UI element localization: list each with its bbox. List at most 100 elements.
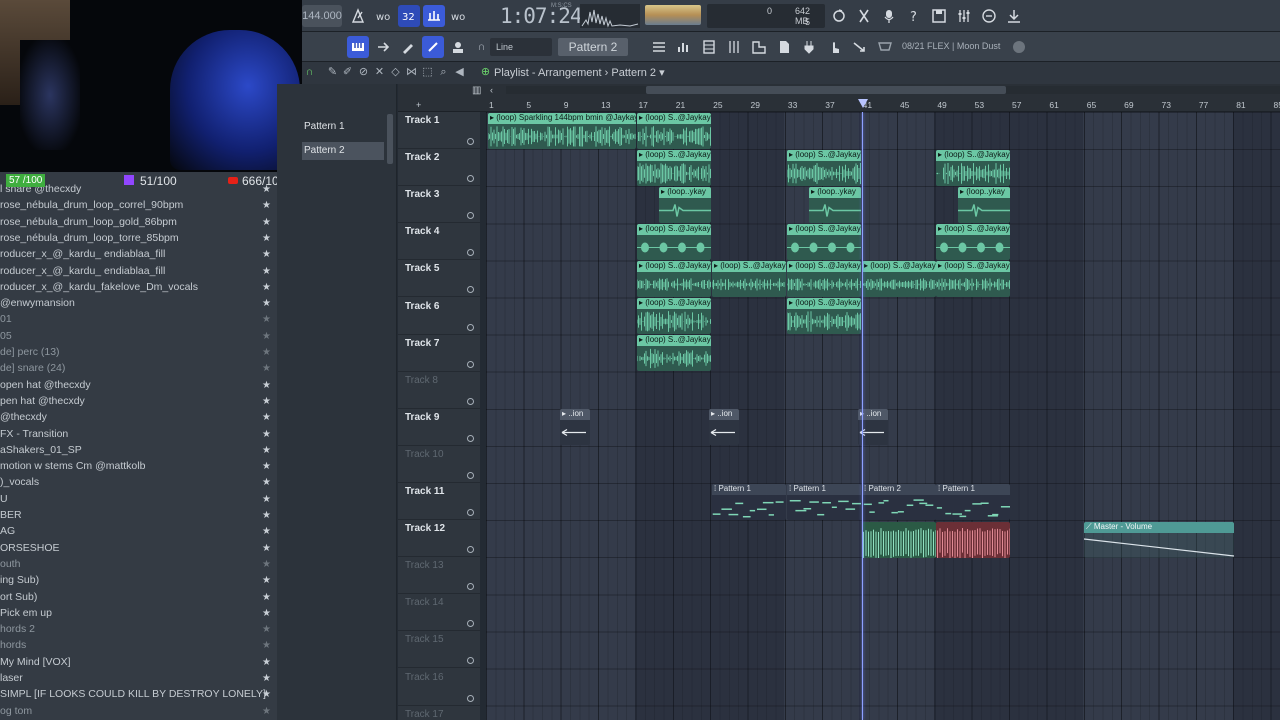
magnet-icon[interactable]: ∩ [475, 41, 488, 54]
star-icon[interactable]: ★ [262, 559, 271, 570]
link-icon[interactable] [422, 36, 444, 58]
track-record-toggle[interactable] [467, 212, 474, 220]
star-icon[interactable]: ★ [262, 298, 271, 309]
track-record-toggle[interactable] [467, 434, 474, 442]
audio-clip[interactable]: ▸ (loop) S..@Jaykay [787, 224, 861, 260]
drum-clip[interactable] [936, 522, 1010, 558]
undo-history-icon[interactable] [828, 5, 850, 27]
browser-item[interactable]: de] snare (24) ★ [0, 362, 277, 378]
browser-item[interactable]: roducer_x_@_kardu_ endiablaa_fill ★ [0, 248, 277, 264]
star-icon[interactable]: ★ [262, 477, 271, 488]
slice-icon[interactable]: ⋈ [405, 66, 418, 79]
track-header[interactable]: Track 16 [398, 669, 480, 706]
playlist-icon[interactable] [648, 36, 670, 58]
audio-clip[interactable]: ▸ (loop) S..@Jaykay [787, 261, 861, 297]
browser-item[interactable]: U ★ [0, 493, 277, 509]
tempo-display[interactable]: 144.000 [302, 5, 342, 27]
browser-item[interactable]: ORSESHOE ★ [0, 542, 277, 558]
browser-item[interactable]: laser ★ [0, 672, 277, 688]
audio-clip[interactable]: ▸ (loop) S..@Jaykay [787, 298, 861, 334]
browser-item[interactable]: 05 ★ [0, 330, 277, 346]
track-record-toggle[interactable] [467, 286, 474, 294]
browser-item[interactable]: aShakers_01_SP ★ [0, 444, 277, 460]
track-header[interactable]: Track 12 [398, 520, 480, 558]
pattern-clip[interactable]: ⁞ Pattern 2 [862, 484, 936, 520]
track-header[interactable]: Track 6 [398, 298, 480, 335]
piano-roll-icon[interactable] [347, 36, 369, 58]
star-icon[interactable]: ★ [262, 396, 271, 407]
browser-item[interactable]: ort Sub) ★ [0, 591, 277, 607]
audio-clip[interactable]: ▸ (loop) S..@Jaykay [637, 261, 711, 297]
browser-item[interactable]: @enwymansion ★ [0, 297, 277, 313]
star-icon[interactable]: ★ [262, 363, 271, 374]
star-icon[interactable]: ★ [262, 249, 271, 260]
export-icon[interactable] [848, 36, 870, 58]
track-record-toggle[interactable] [467, 657, 474, 665]
playlist-menu-icon[interactable]: ▥ [472, 85, 481, 96]
pattern-clip[interactable]: ⁞ Pattern 1 [712, 484, 786, 520]
brush-icon[interactable]: ✐ [341, 66, 354, 79]
star-icon[interactable]: ★ [262, 657, 271, 668]
pattern-clip[interactable]: ⁞ Pattern 1 [936, 484, 1010, 520]
playback-icon[interactable]: ◀ [453, 66, 466, 79]
browser-item[interactable]: FX - Transition ★ [0, 428, 277, 444]
star-icon[interactable]: ★ [262, 526, 271, 537]
track-record-toggle[interactable] [467, 397, 474, 405]
track-header[interactable]: Track 9 [398, 409, 480, 446]
audio-clip[interactable]: ▸ (loop) S..@Jaykay [712, 261, 786, 297]
browser-item[interactable]: SIMPL [IF LOOKS COULD KILL BY DESTROY LO… [0, 688, 277, 704]
track-header[interactable]: Track 17 [398, 706, 480, 720]
browser-item[interactable]: motion w stems Cm @mattkolb ★ [0, 460, 277, 476]
browser-item[interactable]: 01 ★ [0, 313, 277, 329]
browser-item[interactable]: open hat @thecxdy ★ [0, 379, 277, 395]
star-icon[interactable]: ★ [262, 689, 271, 700]
star-icon[interactable]: ★ [262, 592, 271, 603]
star-icon[interactable]: ★ [262, 461, 271, 472]
star-icon[interactable]: ★ [262, 429, 271, 440]
browser-item[interactable]: hords 2 ★ [0, 623, 277, 639]
add-track-icon[interactable]: + [416, 101, 424, 110]
audio-clip[interactable]: ▸ (loop) S..@Jaykay [637, 150, 711, 186]
mute-icon[interactable]: ✕ [373, 66, 386, 79]
audio-clip[interactable]: ▸ (loop) Sparkling 144bpm bmin @Jaykay [488, 113, 636, 149]
step-edit-icon[interactable] [423, 5, 445, 27]
snap-icon[interactable]: ∩ [303, 66, 316, 79]
snap-dropdown[interactable]: Line [490, 38, 552, 56]
pencil-icon[interactable] [397, 36, 419, 58]
star-icon[interactable]: ★ [262, 624, 271, 635]
star-icon[interactable]: ★ [262, 608, 271, 619]
browser-item[interactable]: )_vocals ★ [0, 476, 277, 492]
rack-icon[interactable] [698, 36, 720, 58]
track-record-toggle[interactable] [467, 249, 474, 257]
audio-clip[interactable]: ▸ (loop..ykay [659, 187, 711, 223]
download-icon[interactable] [1003, 5, 1025, 27]
star-icon[interactable]: ★ [262, 347, 271, 358]
track-header[interactable]: Track 15 [398, 631, 480, 669]
browser-icon[interactable] [748, 36, 770, 58]
star-icon[interactable]: ★ [262, 380, 271, 391]
mixer-icon[interactable] [953, 5, 975, 27]
star-icon[interactable]: ★ [262, 706, 271, 717]
track-record-toggle[interactable] [467, 323, 474, 331]
star-icon[interactable]: ★ [262, 510, 271, 521]
pattern-clip[interactable]: ⁞ Pattern 1 [787, 484, 861, 520]
paint-icon[interactable]: ✎ [326, 66, 339, 79]
audio-clip[interactable]: ▸ (loop) S..@Jaykay [637, 335, 711, 371]
touch-icon[interactable] [823, 36, 845, 58]
star-icon[interactable]: ★ [262, 640, 271, 651]
audio-clip[interactable]: ▸ (loop) S..@Jaykay [936, 150, 1010, 186]
browser-item[interactable]: AG ★ [0, 525, 277, 541]
help-icon[interactable]: ? [903, 5, 925, 27]
browser-item[interactable]: My Mind [VOX] ★ [0, 656, 277, 672]
browser-item[interactable]: roducer_x_@_kardu_ endiablaa_fill ★ [0, 265, 277, 281]
track-header[interactable]: Track 3 [398, 186, 480, 224]
star-icon[interactable]: ★ [262, 445, 271, 456]
star-icon[interactable]: ★ [262, 282, 271, 293]
star-icon[interactable]: ★ [262, 494, 271, 505]
scrollbar-thumb[interactable] [646, 86, 1006, 94]
pattern-selector[interactable]: Pattern 2 [558, 38, 628, 56]
audio-clip[interactable]: ▸ (loop) S..@Jaykay [637, 298, 711, 334]
browser-item[interactable]: de] perc (13) ★ [0, 346, 277, 362]
audio-clip[interactable]: ▸ (loop..ykay [958, 187, 1010, 223]
track-header[interactable]: Track 8 [398, 372, 480, 409]
